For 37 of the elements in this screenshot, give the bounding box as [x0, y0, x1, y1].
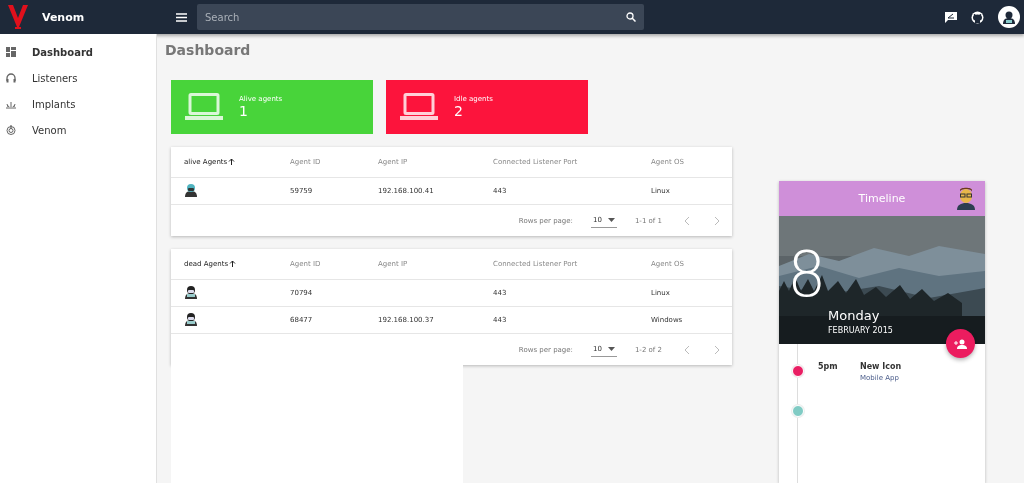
headphones-icon	[6, 73, 16, 83]
sidebar-item[interactable]: Dashboard	[0, 39, 156, 65]
sidebar-item[interactable]: Listeners	[0, 65, 156, 91]
add-person-icon	[954, 338, 967, 349]
hacker-avatar-icon	[184, 284, 198, 300]
menu-icon[interactable]	[175, 12, 187, 22]
hacker-avatar-icon	[184, 311, 198, 327]
timeline-title: Timeline	[858, 192, 906, 205]
laptop-icon	[400, 93, 438, 121]
burst-icon	[6, 99, 16, 109]
sidebar-item[interactable]: Implants	[0, 91, 156, 117]
event-time: 5pm	[818, 362, 839, 371]
app-name: Venom	[42, 10, 85, 24]
search-field[interactable]: Search	[197, 4, 644, 30]
user-avatar-button[interactable]	[998, 6, 1020, 28]
person-avatar-icon	[956, 186, 976, 210]
venom-logo-icon	[8, 5, 28, 29]
laptop-icon	[185, 93, 223, 121]
hacker-avatar-icon	[1003, 10, 1015, 24]
event-title: New Icon	[860, 362, 902, 371]
month-year: FEBRUARY 2015	[828, 326, 893, 335]
power-icon	[6, 125, 16, 135]
stat-value: 2	[454, 103, 464, 119]
github-icon[interactable]	[971, 10, 984, 24]
search-icon[interactable]	[626, 12, 636, 22]
day-number: 8	[787, 244, 827, 306]
sidebar-item[interactable]: Venom	[0, 117, 156, 143]
feedback-icon[interactable]	[945, 11, 957, 23]
dashboard-icon	[6, 47, 16, 57]
hacker-avatar-icon	[184, 182, 198, 198]
sort-arrow-icon	[229, 260, 237, 267]
weekday: Monday	[828, 308, 880, 323]
sort-arrow-icon	[228, 158, 236, 165]
caret-icon	[607, 346, 615, 351]
caret-icon	[607, 217, 615, 222]
stat-value: 1	[239, 103, 249, 119]
page-title: Dashboard	[165, 42, 252, 58]
